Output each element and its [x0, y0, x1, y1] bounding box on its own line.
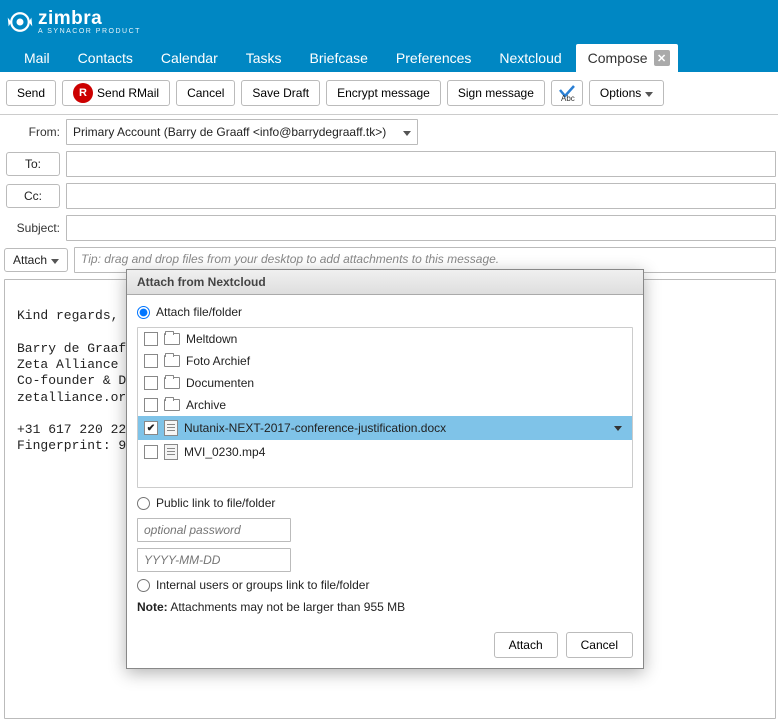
internal-link-radio-row[interactable]: Internal users or groups link to file/fo… — [137, 578, 633, 592]
document-icon — [164, 444, 178, 460]
tab-preferences[interactable]: Preferences — [382, 44, 485, 72]
public-link-radio[interactable] — [137, 497, 150, 510]
send-rmail-label: Send RMail — [97, 86, 159, 100]
attach-file-radio[interactable] — [137, 306, 150, 319]
chevron-down-icon[interactable] — [614, 426, 622, 435]
sign-button[interactable]: Sign message — [447, 80, 545, 106]
cc-input[interactable] — [66, 183, 776, 209]
brand-subtitle: A SYNACOR PRODUCT — [38, 28, 141, 35]
svg-text:Abc: Abc — [561, 94, 575, 102]
file-row[interactable]: MVI_0230.mp4 — [138, 440, 632, 464]
public-link-radio-row[interactable]: Public link to file/folder — [137, 496, 633, 510]
dialog-title: Attach from Nextcloud — [127, 270, 643, 295]
cc-button[interactable]: Cc: — [6, 184, 60, 208]
close-icon[interactable]: ✕ — [654, 50, 670, 66]
password-input[interactable] — [137, 518, 291, 542]
spellcheck-button[interactable]: Abc — [551, 80, 583, 106]
nav-tabs: Mail Contacts Calendar Tasks Briefcase P… — [0, 44, 778, 72]
file-checkbox[interactable] — [144, 421, 158, 435]
dialog-cancel-button[interactable]: Cancel — [566, 632, 633, 658]
file-row[interactable]: Archive — [138, 394, 632, 416]
encrypt-button[interactable]: Encrypt message — [326, 80, 441, 106]
internal-link-label: Internal users or groups link to file/fo… — [156, 578, 369, 592]
folder-icon — [164, 333, 180, 345]
file-checkbox[interactable] — [144, 445, 158, 459]
from-label: From: — [0, 125, 66, 139]
dialog-attach-button[interactable]: Attach — [494, 632, 558, 658]
file-name: Archive — [186, 398, 626, 412]
save-draft-button[interactable]: Save Draft — [241, 80, 320, 106]
dialog-footer: Attach Cancel — [127, 624, 643, 668]
compose-toolbar: Send R Send RMail Cancel Save Draft Encr… — [0, 72, 778, 115]
send-rmail-button[interactable]: R Send RMail — [62, 80, 170, 106]
subject-input[interactable] — [66, 215, 776, 241]
chevron-down-icon — [51, 259, 59, 268]
document-icon — [164, 420, 178, 436]
file-name: Meltdown — [186, 332, 626, 346]
attach-button[interactable]: Attach — [4, 248, 68, 272]
public-link-label: Public link to file/folder — [156, 496, 275, 510]
tab-briefcase[interactable]: Briefcase — [296, 44, 382, 72]
file-checkbox[interactable] — [144, 354, 158, 368]
options-button[interactable]: Options — [589, 80, 664, 106]
spellcheck-icon: Abc — [558, 84, 576, 102]
file-checkbox[interactable] — [144, 376, 158, 390]
file-checkbox[interactable] — [144, 332, 158, 346]
app-header: zimbra A SYNACOR PRODUCT — [0, 0, 778, 44]
internal-link-radio[interactable] — [137, 579, 150, 592]
logo-icon — [6, 8, 34, 36]
tab-calendar[interactable]: Calendar — [147, 44, 232, 72]
note-text: Attachments may not be larger than 955 M… — [168, 600, 405, 614]
brand-name: zimbra — [38, 9, 141, 28]
attach-label: Attach — [13, 253, 47, 267]
rmail-icon: R — [73, 83, 93, 103]
send-button[interactable]: Send — [6, 80, 56, 106]
attach-nextcloud-dialog: Attach from Nextcloud Attach file/folder… — [126, 269, 644, 669]
file-list[interactable]: Meltdown Foto Archief Documenten Archive — [137, 327, 633, 488]
file-name: Documenten — [186, 376, 626, 390]
from-value: Primary Account (Barry de Graaff <info@b… — [73, 125, 386, 139]
file-row[interactable]: Foto Archief — [138, 350, 632, 372]
note-row: Note: Attachments may not be larger than… — [137, 600, 633, 614]
brand-logo: zimbra A SYNACOR PRODUCT — [6, 8, 141, 36]
tab-compose[interactable]: Compose ✕ — [576, 44, 678, 72]
file-name: Nutanix-NEXT-2017-conference-justificati… — [184, 421, 608, 435]
attach-file-label: Attach file/folder — [156, 305, 242, 319]
to-input[interactable] — [66, 151, 776, 177]
options-label: Options — [600, 86, 641, 100]
tab-compose-label: Compose — [588, 50, 648, 66]
file-row[interactable]: Meltdown — [138, 328, 632, 350]
to-button[interactable]: To: — [6, 152, 60, 176]
tab-contacts[interactable]: Contacts — [64, 44, 147, 72]
file-row[interactable]: Nutanix-NEXT-2017-conference-justificati… — [138, 416, 632, 440]
folder-icon — [164, 399, 180, 411]
file-name: Foto Archief — [186, 354, 626, 368]
tab-tasks[interactable]: Tasks — [232, 44, 296, 72]
chevron-down-icon — [403, 131, 411, 140]
chevron-down-icon — [645, 92, 653, 101]
note-label: Note: — [137, 600, 168, 614]
attach-file-radio-row[interactable]: Attach file/folder — [137, 305, 633, 319]
file-row[interactable]: Documenten — [138, 372, 632, 394]
date-input[interactable] — [137, 548, 291, 572]
file-checkbox[interactable] — [144, 398, 158, 412]
file-name: MVI_0230.mp4 — [184, 445, 626, 459]
tab-mail[interactable]: Mail — [10, 44, 64, 72]
from-select[interactable]: Primary Account (Barry de Graaff <info@b… — [66, 119, 418, 145]
cancel-button[interactable]: Cancel — [176, 80, 235, 106]
folder-icon — [164, 377, 180, 389]
subject-label: Subject: — [0, 221, 66, 235]
folder-icon — [164, 355, 180, 367]
tab-nextcloud[interactable]: Nextcloud — [485, 44, 575, 72]
